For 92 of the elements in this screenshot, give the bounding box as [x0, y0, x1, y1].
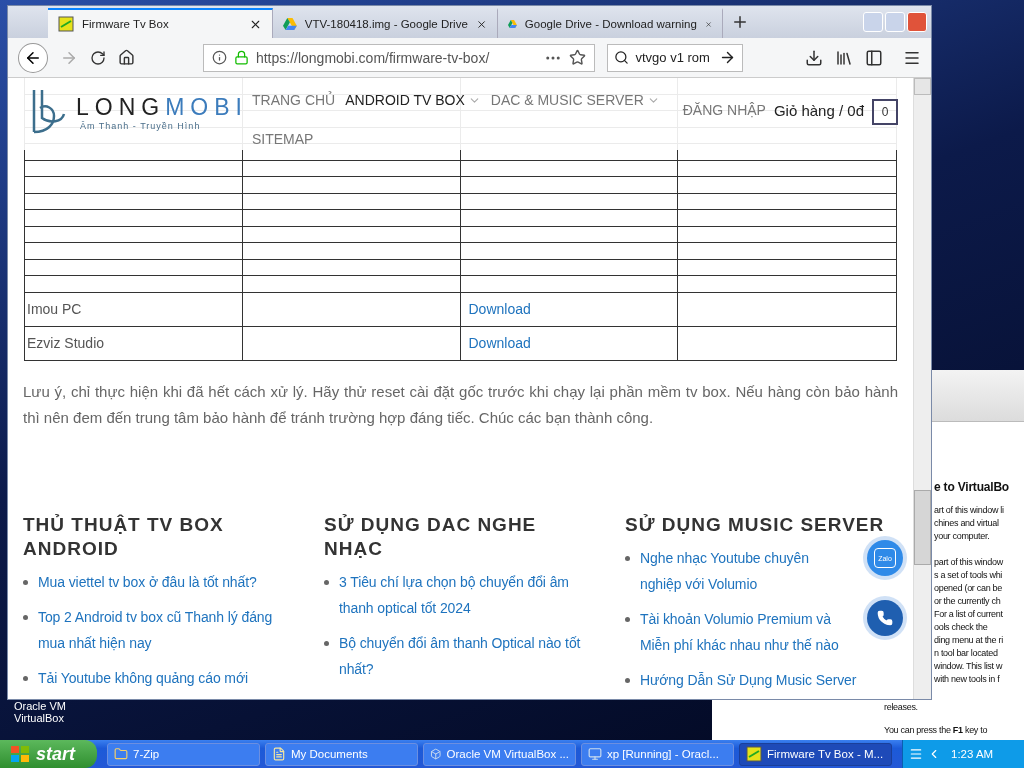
table-cell: Imou PC	[27, 301, 82, 317]
info-icon[interactable]	[211, 50, 227, 65]
document-icon	[272, 747, 286, 761]
phone-icon	[877, 610, 893, 626]
download-link[interactable]: Download	[468, 301, 531, 317]
cube-icon	[430, 747, 442, 761]
article-link[interactable]: Hướng Dẫn Sử Dụng Music Server	[640, 666, 857, 693]
help-text-line: n tool bar located	[933, 647, 999, 660]
home-icon	[117, 49, 135, 66]
article-link[interactable]: Bộ chuyển đổi âm thanh Optical nào tốt nhất?	[339, 629, 589, 682]
search-field[interactable]: vtvgo v1 rom	[607, 43, 743, 72]
help-text-line: You can press the F1 key to	[883, 724, 989, 737]
article-link[interactable]: Tải Youtube không quảng cáo mới	[38, 664, 249, 691]
help-text-line: For a list of current	[933, 608, 1004, 621]
taskbar-button[interactable]: My Documents	[265, 742, 418, 766]
close-button[interactable]	[907, 12, 927, 32]
logo-text: LONG MOBI	[76, 93, 248, 121]
help-text-line: chines and virtual	[933, 517, 1000, 530]
help-text-line: ding menu at the ri	[933, 634, 1004, 647]
help-text-line: releases.	[883, 701, 919, 714]
section-heading: THỦ THUẬT TV BOX ANDROID	[23, 512, 225, 561]
bullet-icon	[23, 579, 28, 585]
help-text-line: opened (or can be	[933, 582, 1003, 595]
login-link[interactable]: ĐĂNG NHẬP	[682, 102, 766, 118]
reload-button[interactable]	[89, 49, 106, 66]
sidebar-icon	[865, 48, 883, 67]
welcome-heading: e to VirtualBo	[933, 480, 1010, 494]
tab-favicon-icon	[58, 16, 74, 32]
bullet-icon	[23, 675, 28, 681]
nav-link[interactable]: ANDROID TV BOX	[345, 90, 481, 110]
taskbar-button[interactable]: xp [Running] - Oracl...	[581, 742, 734, 766]
help-text-line: with new tools in f	[933, 673, 1001, 686]
windows-flag-icon	[10, 745, 30, 763]
browser-tab[interactable]: Firmware Tv Box	[48, 8, 273, 38]
nav-link[interactable]: TRANG CHỦ	[252, 90, 336, 110]
section-heading: SỬ DỤNG MUSIC SERVER	[625, 512, 886, 537]
nav-link[interactable]: DAC & MUSIC SERVER	[490, 90, 660, 110]
desktop-icon-label[interactable]: VirtualBox	[14, 712, 66, 724]
section-heading: SỬ DỤNG DAC NGHE NHẠC	[324, 512, 538, 561]
monitor-icon	[588, 747, 602, 761]
clock: 1:23 AM	[951, 748, 994, 760]
download-icon	[805, 48, 823, 67]
triangle-icon	[508, 17, 517, 31]
help-text-line: window. This list w	[933, 660, 1004, 673]
article-link[interactable]: 3 Tiêu chí lựa chọn bộ chuyển đổi âm thanh optical tốt 2024	[339, 568, 589, 621]
go-icon[interactable]	[719, 49, 736, 66]
bullet-icon	[23, 614, 28, 620]
bullet-icon	[625, 555, 630, 561]
article-link[interactable]: Top 2 Android tv box cũ Thanh lý đáng mua nhất hiện nay	[38, 603, 288, 656]
download-link[interactable]: Download	[468, 335, 531, 351]
phone-button[interactable]	[863, 596, 907, 640]
lock-icon	[233, 50, 249, 65]
article-link[interactable]: Nghe nhạc Youtube chuyên nghiệp với Volumio	[640, 544, 845, 597]
help-text-line: part of this window	[933, 556, 1004, 569]
page-icon	[746, 746, 762, 762]
home-button[interactable]	[117, 49, 135, 66]
sidebar-button[interactable]	[865, 48, 883, 67]
logo-tagline: Âm Thanh - Truyền Hình	[80, 120, 202, 131]
new-tab-button[interactable]	[731, 13, 749, 31]
article-link[interactable]: Mua viettel tv box ở đâu là tốt nhất?	[38, 568, 257, 595]
desktop-icon-label[interactable]: Oracle VM	[14, 700, 66, 712]
taskbar-button[interactable]: Firmware Tv Box - M...	[739, 742, 892, 766]
help-text-line: ools check the	[933, 621, 989, 634]
bullet-icon	[625, 616, 630, 622]
scrollbar[interactable]	[913, 78, 931, 699]
nav-link[interactable]: SITEMAP	[252, 129, 314, 149]
cart-link[interactable]: Giỏ hàng / 0đ	[773, 101, 864, 119]
triangle-icon	[283, 17, 297, 31]
back-button[interactable]	[18, 42, 48, 73]
table-cell: Ezviz Studio	[27, 335, 105, 351]
help-text-line: or the currently ch	[933, 595, 1002, 608]
bullet-icon	[324, 579, 329, 585]
cart-count[interactable]: 0	[872, 99, 898, 125]
reload-icon	[89, 49, 106, 66]
bullet-icon	[324, 640, 329, 646]
folder-icon	[114, 747, 128, 761]
library-icon	[835, 48, 853, 67]
note-paragraph: Lưu ý, chỉ thực hiện khi đã hết cách xử lý. Hãy thử reset cài đặt gốc trước khi chạy lại phần mềm tv box. Nếu hàng còn bảo hành thì nên đem đến trung tâm bảo hành để tránh trường hợp đáng tiếc. Chúc các bạn thành công.	[23, 381, 898, 428]
library-button[interactable]	[835, 48, 853, 67]
taskbar-button[interactable]: Oracle VM VirtualBox ...	[423, 742, 576, 766]
help-text-line: art of this window li	[933, 504, 1005, 517]
start-button[interactable]: start	[0, 740, 97, 768]
search-icon	[614, 50, 630, 65]
bullet-icon	[625, 677, 630, 683]
article-link[interactable]: Tài khoản Volumio Premium và Miễn phí khác nhau như thế nào	[640, 605, 845, 658]
taskbar-button[interactable]: 7-Zip	[107, 742, 260, 766]
help-text-line: s a set of tools whi	[933, 569, 1004, 582]
help-text-line: your computer.	[933, 530, 991, 543]
address-bar[interactable]: https://longmobi.com/firmware-tv-box/	[202, 43, 596, 72]
star-icon[interactable]	[569, 49, 587, 66]
plus-icon	[731, 13, 749, 31]
download-button[interactable]	[805, 48, 823, 67]
